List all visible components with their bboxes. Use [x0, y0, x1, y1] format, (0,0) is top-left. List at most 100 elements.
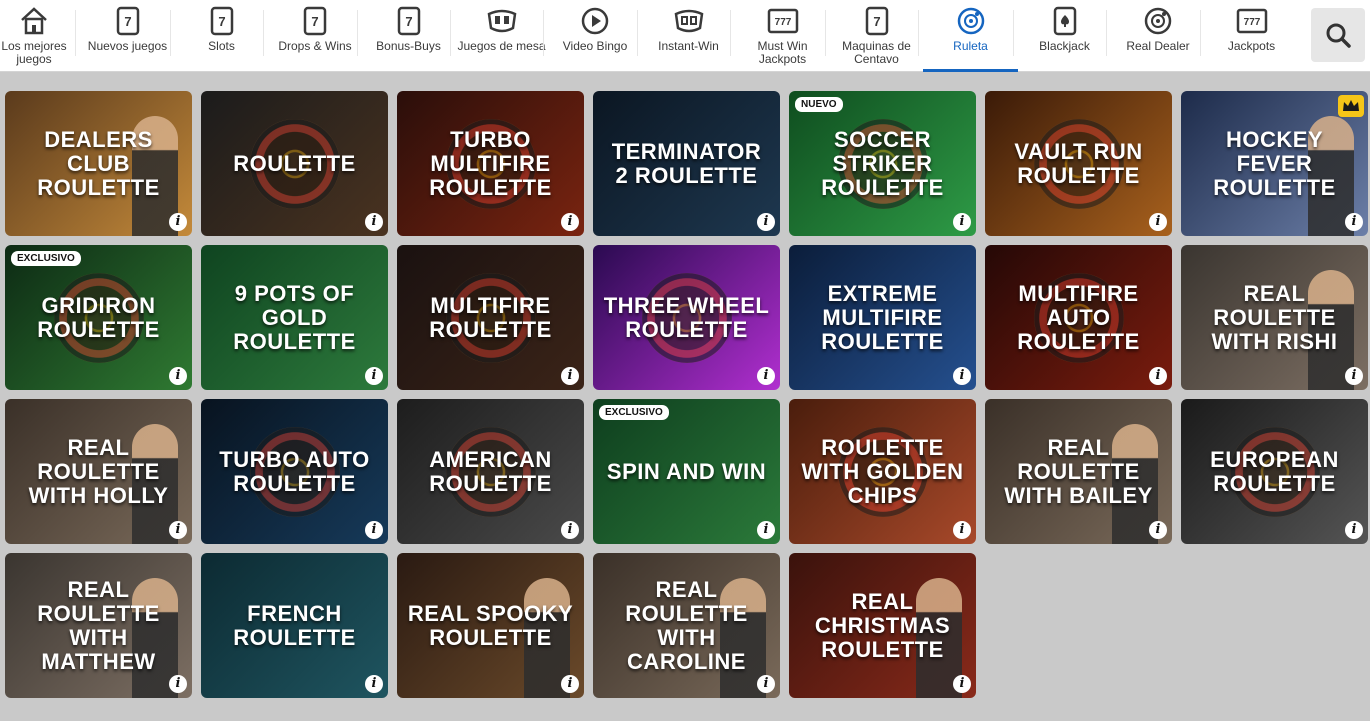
game-tile[interactable]: Real Roulette with Matthew i — [5, 553, 192, 698]
info-icon[interactable]: i — [953, 213, 971, 231]
game-title: 9 Pots of Gold Roulette — [233, 280, 356, 354]
game-title: Real Roulette with Rishi — [1211, 280, 1338, 354]
game-title: Roulette — [233, 150, 356, 176]
nav-item-real-dealer[interactable]: Real Dealer — [1111, 0, 1205, 72]
game-tile[interactable]: Roulette i — [201, 91, 388, 236]
nav-item-bonus-buys[interactable]: 7 Bonus-Buys — [362, 0, 455, 72]
game-title: Three Wheel Roulette — [603, 292, 770, 342]
nav-item-juegos-de-mesa[interactable]: Juegos de mesa — [455, 0, 548, 72]
table-game-icon — [486, 6, 518, 36]
info-icon[interactable]: i — [953, 521, 971, 539]
nav-item-label: Must Win Jackpots — [757, 39, 808, 66]
nav-item-jackpots[interactable]: 777 Jackpots — [1205, 0, 1298, 72]
info-icon[interactable]: i — [1149, 213, 1167, 231]
info-icon[interactable]: i — [757, 367, 775, 385]
info-icon[interactable]: i — [169, 521, 187, 539]
game-tile[interactable]: Real Spooky Roulette i — [397, 553, 584, 698]
nav-item-label: Ruleta — [953, 39, 988, 53]
nav-divider — [1106, 10, 1107, 56]
nav-item-label: Maquinas de Centavo — [842, 39, 911, 66]
slot-machine-icon: 7 — [302, 6, 328, 36]
svg-text:777: 777 — [1243, 17, 1260, 28]
game-tile[interactable]: Turbo Auto Roulette i — [201, 399, 388, 544]
nav-item-label: Jackpots — [1227, 39, 1276, 53]
nav-divider — [75, 10, 76, 56]
info-icon[interactable]: i — [953, 675, 971, 693]
nav-item-drops-wins[interactable]: 7 Drops & Wins — [268, 0, 362, 72]
search-button[interactable] — [1311, 8, 1365, 62]
svg-text:777: 777 — [774, 17, 791, 28]
nav-item-los-mejores-juegos[interactable]: Los mejores juegos — [0, 0, 68, 72]
nav-divider — [637, 10, 638, 56]
game-tile[interactable]: Roulette with Golden Chips i — [789, 399, 976, 544]
svg-text:7: 7 — [873, 14, 880, 29]
nav-item-blackjack[interactable]: Blackjack — [1018, 0, 1111, 72]
nav-item-slots[interactable]: 7 Slots — [175, 0, 268, 72]
game-tile[interactable]: Real Roulette with Holly i — [5, 399, 192, 544]
game-tile[interactable]: Spin and Win EXCLUSIVO i — [593, 399, 780, 544]
slot-machine-icon: 7 — [209, 6, 235, 36]
nav-item-nuevos-juegos[interactable]: 7 Nuevos juegos — [80, 0, 175, 72]
info-icon[interactable]: i — [561, 675, 579, 693]
game-title: Extreme Multifire Roulette — [821, 280, 944, 354]
game-tile[interactable]: American Roulette i — [397, 399, 584, 544]
info-icon[interactable]: i — [365, 367, 383, 385]
info-icon[interactable]: i — [953, 367, 971, 385]
info-icon[interactable]: i — [169, 213, 187, 231]
game-tile[interactable]: Gridiron Roulette EXCLUSIVO i — [5, 245, 192, 390]
info-icon[interactable]: i — [169, 367, 187, 385]
game-tile[interactable]: European Roulette i — [1181, 399, 1368, 544]
info-icon[interactable]: i — [757, 675, 775, 693]
nav-divider — [543, 10, 544, 56]
info-icon[interactable]: i — [757, 521, 775, 539]
info-icon[interactable]: i — [561, 367, 579, 385]
info-icon[interactable]: i — [365, 521, 383, 539]
nav-item-ruleta[interactable]: Ruleta — [923, 0, 1018, 72]
nav-item-label: Slots — [208, 39, 235, 53]
game-tile[interactable]: Real Roulette with Caroline i — [593, 553, 780, 698]
info-icon[interactable]: i — [1149, 521, 1167, 539]
game-tile[interactable]: Three Wheel Roulette i — [593, 245, 780, 390]
game-tile[interactable]: Multifire Roulette i — [397, 245, 584, 390]
nav-item-video-bingo[interactable]: Video Bingo — [548, 0, 642, 72]
home-icon — [19, 6, 49, 36]
slot-machine-icon: 7 — [115, 6, 141, 36]
nav-item-label: Nuevos juegos — [87, 39, 168, 53]
nav-divider — [263, 10, 264, 56]
game-title: Terminator 2 Roulette — [611, 138, 762, 188]
info-icon[interactable]: i — [561, 213, 579, 231]
info-icon[interactable]: i — [1345, 367, 1363, 385]
info-icon[interactable]: i — [169, 675, 187, 693]
info-icon[interactable]: i — [1345, 521, 1363, 539]
game-tile[interactable]: Multifire Auto Roulette i — [985, 245, 1172, 390]
game-tile[interactable]: Extreme Multifire Roulette i — [789, 245, 976, 390]
nav-item-must-win-jackpots[interactable]: 777 Must Win Jackpots — [735, 0, 830, 72]
info-icon[interactable]: i — [365, 213, 383, 231]
game-tile[interactable]: 9 Pots of Gold Roulette i — [201, 245, 388, 390]
game-tile[interactable]: Soccer Striker Roulette NUEVO i — [789, 91, 976, 236]
game-tile[interactable]: Dealers Club Roulette i — [5, 91, 192, 236]
nav-divider — [450, 10, 451, 56]
game-title: Multifire Auto Roulette — [1017, 280, 1140, 354]
info-icon[interactable]: i — [365, 675, 383, 693]
roulette-icon — [1143, 6, 1173, 36]
info-icon[interactable]: i — [757, 213, 775, 231]
game-tile[interactable]: Real Christmas Roulette i — [789, 553, 976, 698]
game-tile[interactable]: Vault Run Roulette i — [985, 91, 1172, 236]
nav-item-instant-win[interactable]: Instant-Win — [642, 0, 735, 72]
nav-item-label: Blackjack — [1039, 39, 1090, 53]
game-tile[interactable]: Real Roulette with Rishi i — [1181, 245, 1368, 390]
svg-text:7: 7 — [124, 14, 131, 29]
game-tile[interactable]: Real Roulette with Bailey i — [985, 399, 1172, 544]
game-tile[interactable]: French Roulette i — [201, 553, 388, 698]
game-title: Gridiron Roulette — [37, 292, 160, 342]
game-tile[interactable]: Turbo Multifire Roulette i — [397, 91, 584, 236]
info-icon[interactable]: i — [1345, 213, 1363, 231]
game-tile[interactable]: Hockey Fever Roulette i — [1181, 91, 1368, 236]
info-icon[interactable]: i — [1149, 367, 1167, 385]
game-tile[interactable]: Terminator 2 Roulette i — [593, 91, 780, 236]
nav-item-maquinas-de-centavo[interactable]: 7 Maquinas de Centavo — [830, 0, 923, 72]
nav-divider — [1200, 10, 1201, 56]
roulette-icon — [956, 6, 986, 36]
info-icon[interactable]: i — [561, 521, 579, 539]
